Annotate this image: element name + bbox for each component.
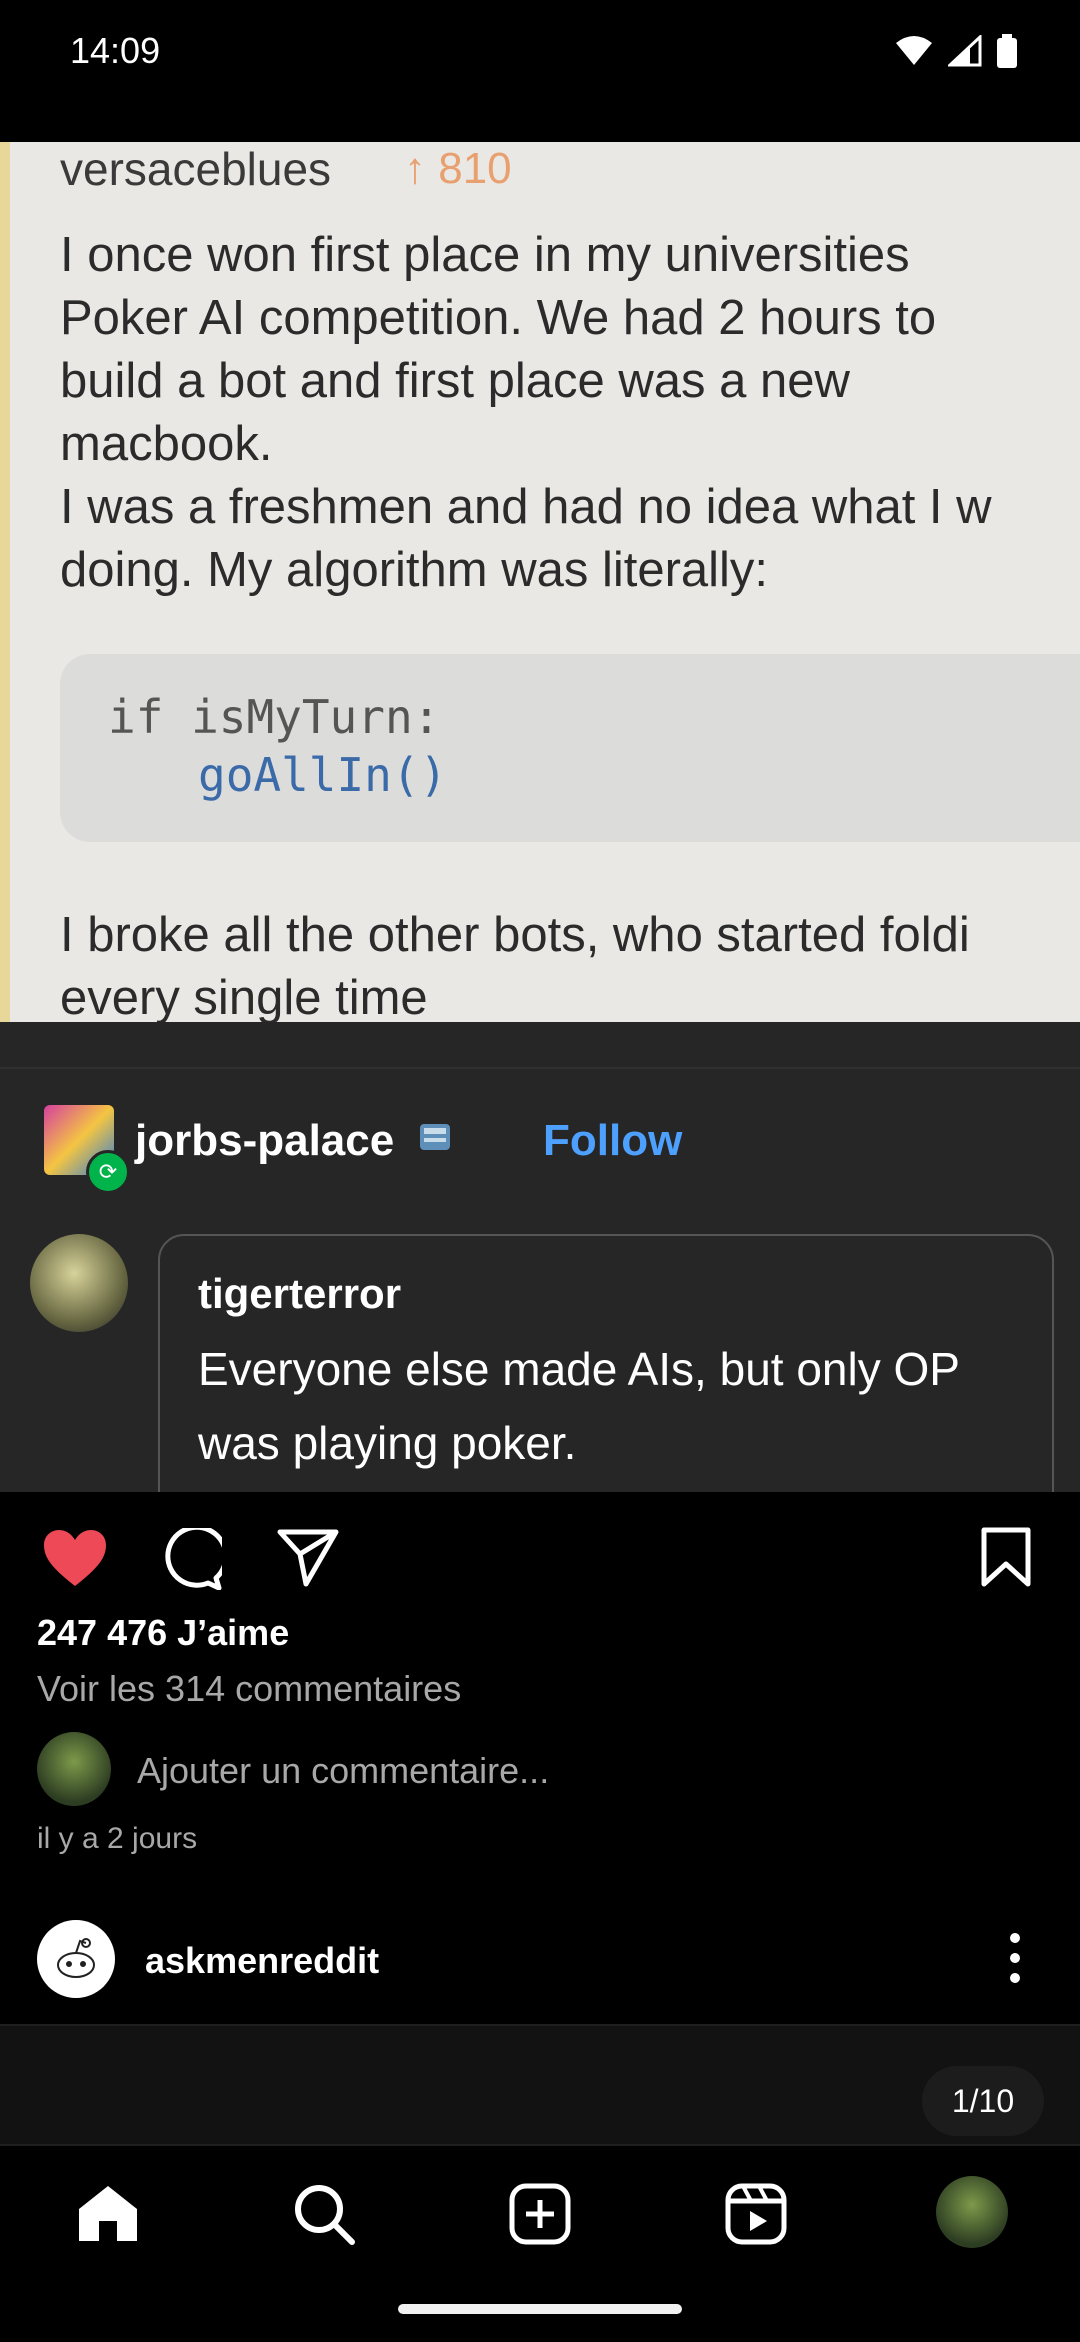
post-header-partial xyxy=(0,106,1080,143)
status-bar: 14:09 xyxy=(0,0,1080,106)
blog-badge-icon xyxy=(420,1124,450,1150)
reels-icon[interactable] xyxy=(720,2178,792,2250)
code-line: goAllIn() xyxy=(198,748,448,802)
battery-icon xyxy=(997,34,1017,68)
next-post-avatar[interactable] xyxy=(37,1920,115,1998)
reddit-alien-icon xyxy=(57,1938,95,1978)
comment-text: I once won first place in my universitie… xyxy=(60,228,992,597)
comment-votes: ↑ 810 xyxy=(404,144,512,193)
next-post-media[interactable] xyxy=(0,2026,1080,2144)
commenter-avatar[interactable] xyxy=(30,1234,128,1332)
comment-icon[interactable] xyxy=(158,1528,222,1590)
post-actions xyxy=(0,1492,1080,1612)
bookmark-icon[interactable] xyxy=(980,1526,1032,1588)
comment-username: versaceblues xyxy=(60,143,332,195)
likes-count[interactable]: 247 476 J’aime xyxy=(37,1612,289,1654)
my-avatar xyxy=(37,1732,111,1806)
commenter-name[interactable]: tigerterror xyxy=(198,1270,401,1318)
comment-thread-line xyxy=(0,142,10,1022)
blog-name[interactable]: jorbs-palace xyxy=(135,1116,394,1166)
heart-icon[interactable] xyxy=(42,1528,108,1588)
add-comment-input[interactable]: Ajouter un commentaire... xyxy=(137,1750,549,1792)
follow-button[interactable]: Follow xyxy=(543,1116,682,1166)
create-icon[interactable] xyxy=(504,2178,576,2250)
wifi-icon xyxy=(896,36,932,65)
code-line: if isMyTurn: xyxy=(108,690,441,744)
carousel-pager: 1/10 xyxy=(922,2066,1044,2136)
divider xyxy=(0,1067,1080,1069)
signal-icon xyxy=(948,35,982,67)
reblog-icon: ⟳ xyxy=(86,1150,130,1194)
comment-text-continued: I broke all the other bots, who started … xyxy=(60,908,970,1022)
reblog-comment-text: Everyone else made AIs, but only OP was … xyxy=(198,1343,960,1469)
reblog-section: ⟳ jorbs-palace Follow tigerterror Everyo… xyxy=(0,1022,1080,1534)
more-options-icon[interactable] xyxy=(1008,1928,1022,1988)
share-icon[interactable] xyxy=(276,1526,340,1588)
home-icon[interactable] xyxy=(72,2178,144,2250)
post-image[interactable]: versaceblues ↑ 810 I once won first plac… xyxy=(0,142,1080,1022)
next-post-header: askmenreddit xyxy=(0,1900,1080,2026)
post-timestamp: il y a 2 jours xyxy=(37,1822,198,1855)
status-time: 14:09 xyxy=(70,30,161,71)
search-icon[interactable] xyxy=(288,2178,360,2250)
next-post-username[interactable]: askmenreddit xyxy=(145,1940,379,1982)
gesture-home-bar[interactable] xyxy=(398,2304,682,2314)
view-comments-link[interactable]: Voir les 314 commentaires xyxy=(37,1668,461,1710)
status-icons xyxy=(894,34,1018,68)
profile-avatar[interactable] xyxy=(936,2176,1008,2248)
